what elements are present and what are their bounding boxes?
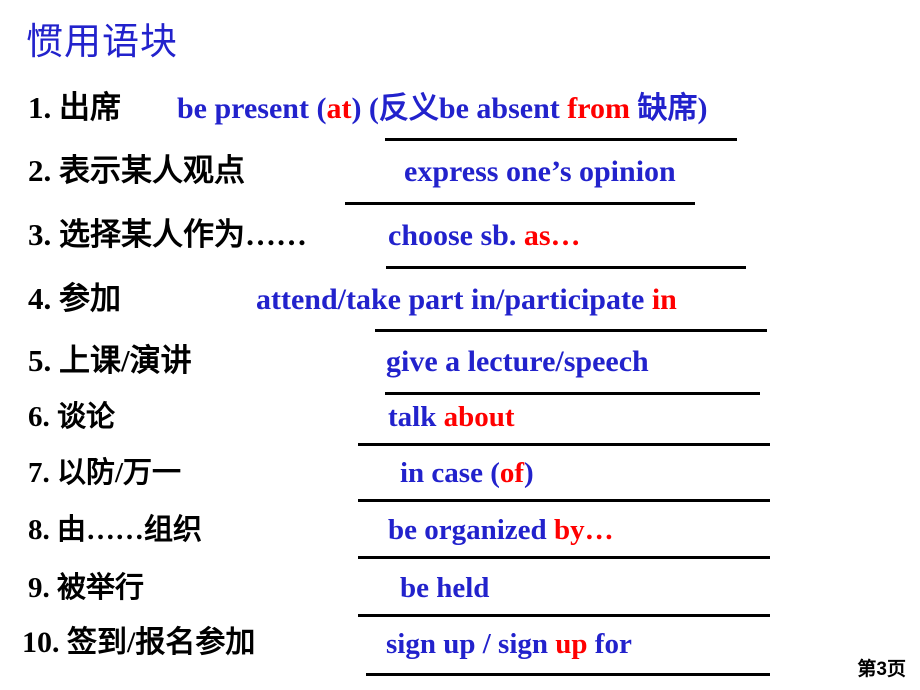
answer-segment: give a lecture/speech (386, 345, 649, 378)
english-answer: express one’s opinion (404, 156, 676, 188)
slide-canvas: 惯用语块 1. 出席 be present (at) (反义be absent … (0, 0, 920, 690)
chinese-prompt: 9. 被举行 (28, 572, 145, 604)
answer-segment: sign up / sign (386, 628, 556, 660)
answer-segment: express one’s opinion (404, 155, 676, 188)
answer-segment: in (651, 283, 677, 316)
english-answer: sign up / sign up for (386, 629, 632, 659)
vocab-row: 5. 上课/演讲 give a lecture/speech (0, 343, 920, 401)
chinese-prompt: 6. 谈论 (28, 401, 116, 433)
vocab-row: 3. 选择某人作为…… choose sb. as… (0, 217, 920, 275)
answer-underline (358, 614, 770, 617)
chinese-prompt: 3. 选择某人作为…… (28, 217, 307, 252)
answer-segment: be held (400, 572, 490, 604)
english-answer: attend/take part in/participate in (256, 284, 677, 316)
answer-segment: from (567, 92, 631, 125)
english-answer: give a lecture/speech (386, 346, 649, 378)
answer-segment: about (443, 401, 515, 433)
answer-underline (366, 673, 770, 676)
vocab-row: 1. 出席 be present (at) (反义be absent from … (0, 90, 920, 148)
page-number-badge: 第3页 (851, 658, 912, 684)
english-answer: be held (400, 573, 489, 603)
answer-segment: up (555, 628, 588, 660)
answer-underline (375, 329, 767, 332)
answer-segment: by… (553, 514, 614, 546)
chinese-prompt: 7. 以防/万一 (28, 457, 182, 489)
answer-segment: be present ( (177, 92, 327, 125)
answer-underline (385, 138, 737, 141)
answer-underline (386, 266, 746, 269)
answer-segment: choose sb. (388, 219, 524, 252)
answer-segment: in case ( (400, 457, 500, 489)
answer-segment: ) (524, 457, 534, 489)
answer-segment: attend/take part in/participate (256, 283, 652, 316)
chinese-prompt: 4. 参加 (28, 281, 121, 316)
chinese-prompt: 1. 出席 (28, 90, 121, 125)
english-answer: in case (of) (400, 458, 534, 488)
answer-underline (358, 556, 770, 559)
chinese-prompt: 5. 上课/演讲 (28, 343, 192, 378)
answer-segment: of (499, 457, 525, 489)
english-answer: be organized by… (388, 515, 614, 545)
answer-segment: for (587, 628, 632, 660)
chinese-prompt: 2. 表示某人观点 (28, 153, 245, 188)
answer-segment: be organized (388, 514, 554, 546)
vocab-row: 2. 表示某人观点 express one’s opinion (0, 153, 920, 211)
english-answer: talk about (388, 402, 515, 432)
english-answer: be present (at) (反义be absent from 缺席) (177, 93, 708, 125)
answer-underline (385, 392, 760, 395)
chinese-prompt: 10. 签到/报名参加 (22, 626, 256, 659)
answer-segment: as… (523, 219, 581, 252)
english-answer: choose sb. as… (388, 220, 581, 252)
answer-segment: talk (388, 401, 444, 433)
answer-segment: ) (反义be absent (351, 92, 568, 125)
vocab-row: 7. 以防/万一 in case (of) (0, 455, 920, 511)
page-title: 惯用语块 (26, 22, 178, 63)
chinese-prompt: 8. 由……组织 (28, 514, 203, 546)
vocab-row: 9. 被举行 be held (0, 570, 920, 626)
vocab-row: 6. 谈论 talk about (0, 399, 920, 455)
vocab-row: 8. 由……组织 be organized by… (0, 512, 920, 568)
vocab-row: 10. 签到/报名参加 sign up / sign up for (0, 627, 920, 683)
answer-segment: 缺席) (630, 92, 708, 125)
answer-segment: at (326, 92, 352, 125)
answer-underline (345, 202, 695, 205)
answer-underline (358, 499, 770, 502)
vocab-row: 4. 参加 attend/take part in/participate in (0, 281, 920, 339)
answer-underline (358, 443, 770, 446)
